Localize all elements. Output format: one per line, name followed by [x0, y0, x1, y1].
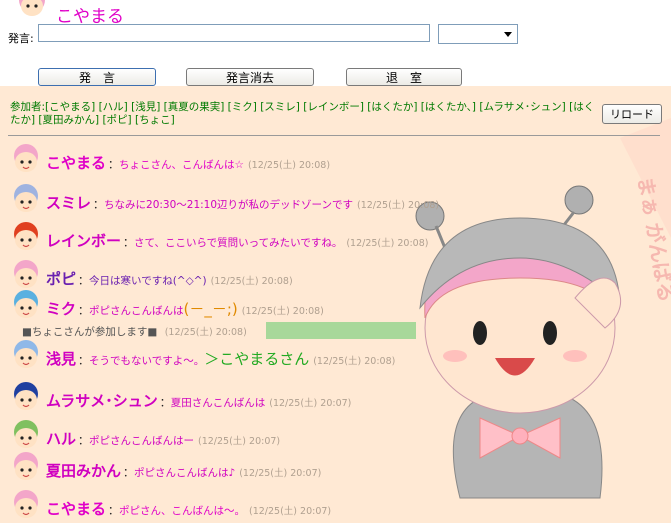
separator: ： [78, 354, 90, 367]
message-text: そうでもないですよ～。 [89, 355, 205, 367]
separator: ： [78, 304, 90, 317]
message-text: 夏田さんこんばんは [170, 397, 266, 409]
separator: ： [93, 198, 105, 211]
message-time: (12/25(土) 20:07) [198, 436, 281, 447]
message-text: ポピさんこんばんは♪ [134, 467, 236, 479]
participants-list: 参加者:[こやまる] [ハル] [浅見] [真夏の果実] [ミク] [スミレ] … [10, 101, 595, 126]
speaker-avatar-icon [14, 382, 38, 410]
message-extra: (－_－;) [183, 300, 238, 318]
green-highlight-bar [266, 322, 416, 339]
message-line: ムラサメ･シュン ：夏田さんこんばんは (12/25(土) 20:07) [46, 390, 351, 411]
speaker-name: ムラサメ･シュン [46, 392, 158, 410]
separator: ： [159, 396, 171, 409]
message-time: (12/25(土) 20:07) [269, 398, 352, 409]
message-time: (12/25(土) 20:08) [346, 238, 429, 249]
separator: ： [108, 158, 120, 171]
message-text: ちなみに20:30～21:10辺りが私のデッドゾーンです [104, 199, 354, 211]
speaker-name: レインボー [46, 232, 122, 250]
separator: ： [78, 434, 90, 447]
system-message: ■ちょこさんが参加します■ (12/25(土) 20:08) [22, 324, 247, 339]
clear-message-button[interactable]: 発言消去 [186, 68, 314, 86]
color-select[interactable] [438, 24, 518, 44]
control-panel: こやまる 発言: 発 言 発言消去 退 室 [0, 0, 671, 86]
message-line: 夏田みかん ：ポピさんこんばんは♪ (12/25(土) 20:07) [46, 460, 321, 481]
speaker-name: 夏田みかん [46, 462, 122, 480]
message-time: (12/25(土) 20:07) [239, 468, 322, 479]
system-message-text: ■ちょこさんが参加します■ [22, 326, 158, 338]
speaker-avatar-icon [14, 184, 38, 212]
message-line: ハル ：ポピさんこんばんはー (12/25(土) 20:07) [46, 428, 280, 449]
mascot-illustration: まぁ がんばる [415, 118, 671, 499]
speaker-name: 浅見 [46, 350, 77, 368]
separator: ： [108, 504, 120, 517]
speaker-avatar-icon [14, 290, 38, 318]
speaker-name: スミレ [46, 194, 92, 212]
message-line: こやまる ：ちょこさん、こんばんは☆ (12/25(土) 20:08) [46, 152, 330, 173]
message-line: レインボー ：さて、ここいらで質問いってみたいですね。 (12/25(土) 20:0… [46, 230, 428, 251]
chevron-down-icon [504, 32, 512, 37]
system-message-time: (12/25(土) 20:08) [164, 327, 247, 338]
message-time: (12/25(土) 20:08) [241, 306, 324, 317]
speaker-avatar-icon [14, 490, 38, 518]
message-text: ポピさん、こんばんは～。 [119, 505, 246, 517]
message-text: ポピさんこんばんはー [89, 435, 195, 447]
speaker-avatar-icon [14, 260, 38, 288]
speaker-avatar-icon [14, 420, 38, 448]
message-input[interactable] [38, 24, 430, 42]
message-text: さて、ここいらで質問いってみたいですね。 [134, 237, 343, 249]
say-button[interactable]: 発 言 [38, 68, 156, 86]
speaker-name: こやまる [46, 500, 107, 518]
divider [8, 135, 660, 136]
speaker-name: ポピ [46, 270, 77, 288]
separator: ： [123, 466, 135, 479]
speaker-name: こやまる [46, 154, 107, 172]
message-line: 浅見 ：そうでもないですよ～。＞こやまるさん (12/25(土) 20:08) [46, 348, 395, 369]
message-line: ミク ：ポピさんこんばんは(－_－;) (12/25(土) 20:08) [46, 298, 324, 319]
message-time: (12/25(土) 20:08) [210, 276, 293, 287]
exit-button[interactable]: 退 室 [346, 68, 462, 86]
speaker-name: ハル [46, 430, 77, 448]
message-time: (12/25(土) 20:08) [357, 200, 440, 211]
say-label: 発言: [8, 32, 34, 45]
message-text: ちょこさん、こんばんは☆ [119, 159, 244, 171]
speaker-avatar-icon [14, 144, 38, 172]
speaker-avatar-icon [14, 452, 38, 480]
user-avatar [19, 0, 45, 16]
speaker-avatar-icon [14, 340, 38, 368]
message-time: (12/25(土) 20:08) [313, 356, 396, 367]
message-text: ポピさんこんばんは [89, 305, 184, 317]
message-text: 今日は寒いですね(^◇^) [89, 275, 207, 287]
separator: ： [78, 274, 90, 287]
separator: ： [123, 236, 135, 249]
message-time: (12/25(土) 20:08) [247, 160, 331, 171]
message-extra: ＞こやまるさん [204, 350, 310, 368]
message-time: (12/25(土) 20:07) [249, 506, 332, 517]
message-line: こやまる ：ポピさん、こんばんは～。 (12/25(土) 20:07) [46, 498, 331, 519]
speaker-avatar-icon [14, 222, 38, 250]
message-line: ポピ ：今日は寒いですね(^◇^) (12/25(土) 20:08) [46, 268, 293, 289]
reload-button[interactable]: リロード [602, 104, 662, 124]
message-line: スミレ ：ちなみに20:30～21:10辺りが私のデッドゾーンです (12/25(土… [46, 192, 439, 213]
speaker-name: ミク [46, 300, 77, 318]
